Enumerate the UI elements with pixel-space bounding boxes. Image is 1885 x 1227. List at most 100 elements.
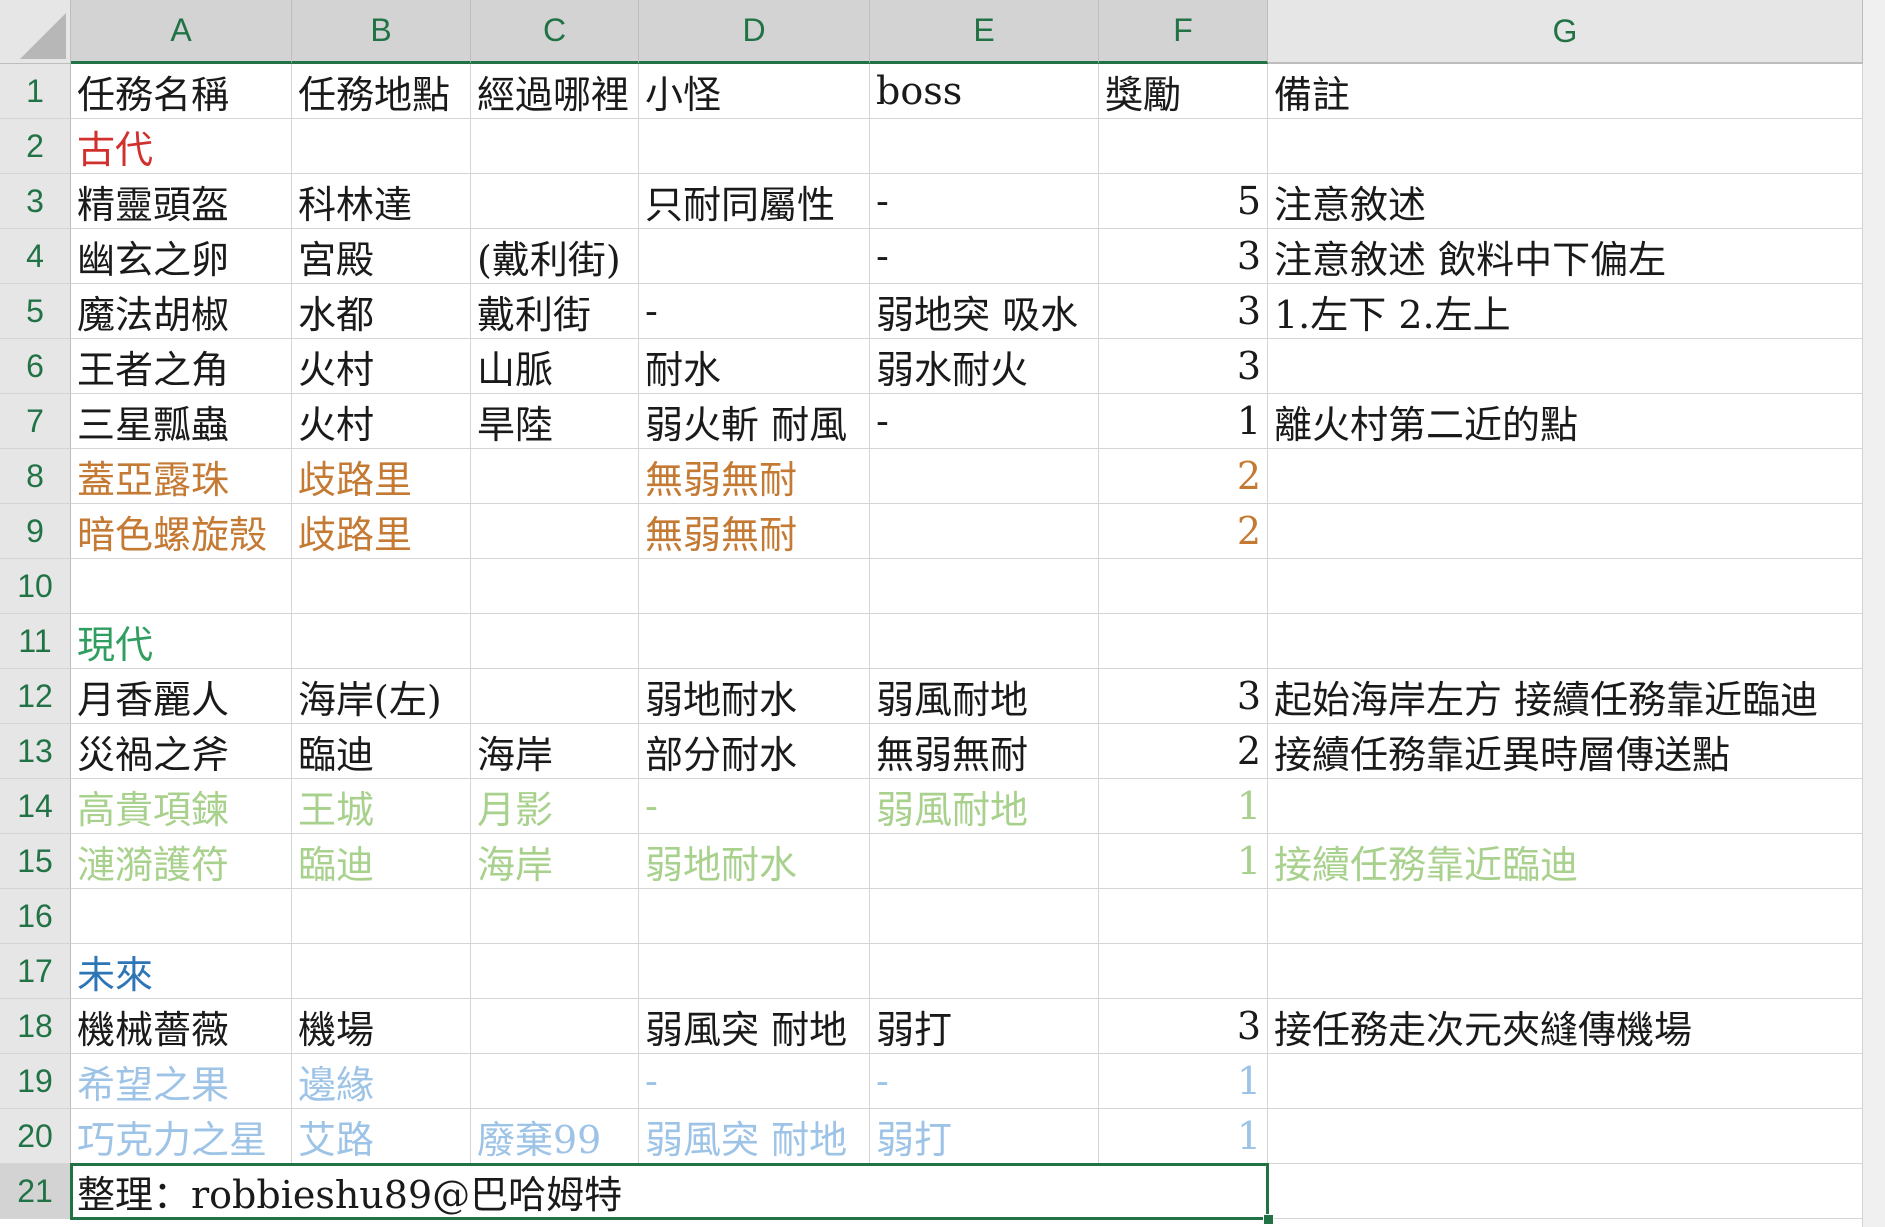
cell-a11[interactable]: 現代	[71, 614, 292, 669]
cell-b15[interactable]: 臨迪	[292, 834, 471, 889]
cell-c7[interactable]: 旱陸	[471, 394, 639, 449]
cell-b12[interactable]: 海岸(左)	[292, 669, 471, 724]
cell-a1[interactable]: 任務名稱	[71, 64, 292, 119]
cell-c19[interactable]	[471, 1054, 639, 1109]
cell-e19[interactable]: -	[870, 1054, 1099, 1109]
cell-b18[interactable]: 機場	[292, 999, 471, 1054]
row-header-8[interactable]: 8	[0, 449, 71, 504]
cell-c3[interactable]	[471, 174, 639, 229]
cell-b17[interactable]	[292, 944, 471, 999]
cell-a10[interactable]	[71, 559, 292, 614]
cell-f8[interactable]: 2	[1099, 449, 1268, 504]
cell-a6[interactable]: 王者之角	[71, 339, 292, 394]
cell-d7[interactable]: 弱火斬 耐風	[639, 394, 870, 449]
cell-c10[interactable]	[471, 559, 639, 614]
row-header-7[interactable]: 7	[0, 394, 71, 449]
cell-g20[interactable]	[1268, 1109, 1863, 1164]
cell-b6[interactable]: 火村	[292, 339, 471, 394]
cell-b14[interactable]: 王城	[292, 779, 471, 834]
cell-f18[interactable]: 3	[1099, 999, 1268, 1054]
cell-a5[interactable]: 魔法胡椒	[71, 284, 292, 339]
cell-a15[interactable]: 漣漪護符	[71, 834, 292, 889]
cell-c12[interactable]	[471, 669, 639, 724]
cell-d15[interactable]: 弱地耐水	[639, 834, 870, 889]
cell-f4[interactable]: 3	[1099, 229, 1268, 284]
cell-e6[interactable]: 弱水耐火	[870, 339, 1099, 394]
cell-d8[interactable]: 無弱無耐	[639, 449, 870, 504]
row-header-12[interactable]: 12	[0, 669, 71, 724]
cell-a7[interactable]: 三星瓢蟲	[71, 394, 292, 449]
cell-b7[interactable]: 火村	[292, 394, 471, 449]
cell-c6[interactable]: 山脈	[471, 339, 639, 394]
row-header-1[interactable]: 1	[0, 64, 71, 119]
cell-b11[interactable]	[292, 614, 471, 669]
cell-f20[interactable]: 1	[1099, 1109, 1268, 1164]
cell-e7[interactable]: -	[870, 394, 1099, 449]
cell-f6[interactable]: 3	[1099, 339, 1268, 394]
cell-c5[interactable]: 戴利街	[471, 284, 639, 339]
cell-a16[interactable]	[71, 889, 292, 944]
cell-g19[interactable]	[1268, 1054, 1863, 1109]
column-header-e[interactable]: E	[870, 0, 1099, 64]
cell-d17[interactable]	[639, 944, 870, 999]
cell-d5[interactable]: -	[639, 284, 870, 339]
cell-b13[interactable]: 臨迪	[292, 724, 471, 779]
cell-b19[interactable]: 邊緣	[292, 1054, 471, 1109]
cell-g12[interactable]: 起始海岸左方 接續任務靠近臨迪	[1268, 669, 1863, 724]
cell-g15[interactable]: 接續任務靠近臨迪	[1268, 834, 1863, 889]
row-header-5[interactable]: 5	[0, 284, 71, 339]
cell-a17[interactable]: 未來	[71, 944, 292, 999]
cell-b2[interactable]	[292, 119, 471, 174]
cell-f15[interactable]: 1	[1099, 834, 1268, 889]
cell-f2[interactable]	[1099, 119, 1268, 174]
row-header-4[interactable]: 4	[0, 229, 71, 284]
cell-g11[interactable]	[1268, 614, 1863, 669]
cell-d6[interactable]: 耐水	[639, 339, 870, 394]
cell-g1[interactable]: 備註	[1268, 64, 1863, 119]
cell-d19[interactable]: -	[639, 1054, 870, 1109]
row-header-3[interactable]: 3	[0, 174, 71, 229]
cell-c9[interactable]	[471, 504, 639, 559]
cell-d4[interactable]	[639, 229, 870, 284]
cell-c8[interactable]	[471, 449, 639, 504]
cell-d2[interactable]	[639, 119, 870, 174]
cell-d18[interactable]: 弱風突 耐地	[639, 999, 870, 1054]
cell-a13[interactable]: 災禍之斧	[71, 724, 292, 779]
cell-e14[interactable]: 弱風耐地	[870, 779, 1099, 834]
cell-d3[interactable]: 只耐同屬性	[639, 174, 870, 229]
cell-g13[interactable]: 接續任務靠近異時層傳送點	[1268, 724, 1863, 779]
cell-d13[interactable]: 部分耐水	[639, 724, 870, 779]
cell-e17[interactable]	[870, 944, 1099, 999]
cell-c11[interactable]	[471, 614, 639, 669]
row-header-6[interactable]: 6	[0, 339, 71, 394]
cell-g8[interactable]	[1268, 449, 1863, 504]
cell-f3[interactable]: 5	[1099, 174, 1268, 229]
column-header-a[interactable]: A	[71, 0, 292, 64]
cell-e16[interactable]	[870, 889, 1099, 944]
column-header-b[interactable]: B	[292, 0, 471, 64]
cell-c17[interactable]	[471, 944, 639, 999]
cell-b20[interactable]: 艾路	[292, 1109, 471, 1164]
cell-b16[interactable]	[292, 889, 471, 944]
cell-g3[interactable]: 注意敘述	[1268, 174, 1863, 229]
cell-f19[interactable]: 1	[1099, 1054, 1268, 1109]
cell-g10[interactable]	[1268, 559, 1863, 614]
cell-b4[interactable]: 宮殿	[292, 229, 471, 284]
cell-f10[interactable]	[1099, 559, 1268, 614]
column-header-g[interactable]: G	[1268, 0, 1863, 64]
cell-e12[interactable]: 弱風耐地	[870, 669, 1099, 724]
cell-b8[interactable]: 歧路里	[292, 449, 471, 504]
row-header-21[interactable]: 21	[0, 1164, 71, 1219]
row-header-19[interactable]: 19	[0, 1054, 71, 1109]
cell-g21[interactable]	[1268, 1164, 1863, 1219]
row-header-2[interactable]: 2	[0, 119, 71, 174]
column-header-d[interactable]: D	[639, 0, 870, 64]
cell-a18[interactable]: 機械薔薇	[71, 999, 292, 1054]
cell-c2[interactable]	[471, 119, 639, 174]
row-header-18[interactable]: 18	[0, 999, 71, 1054]
cell-d11[interactable]	[639, 614, 870, 669]
vertical-scrollbar[interactable]	[1862, 0, 1885, 1227]
cell-a8[interactable]: 蓋亞露珠	[71, 449, 292, 504]
cell-b10[interactable]	[292, 559, 471, 614]
cell-c14[interactable]: 月影	[471, 779, 639, 834]
